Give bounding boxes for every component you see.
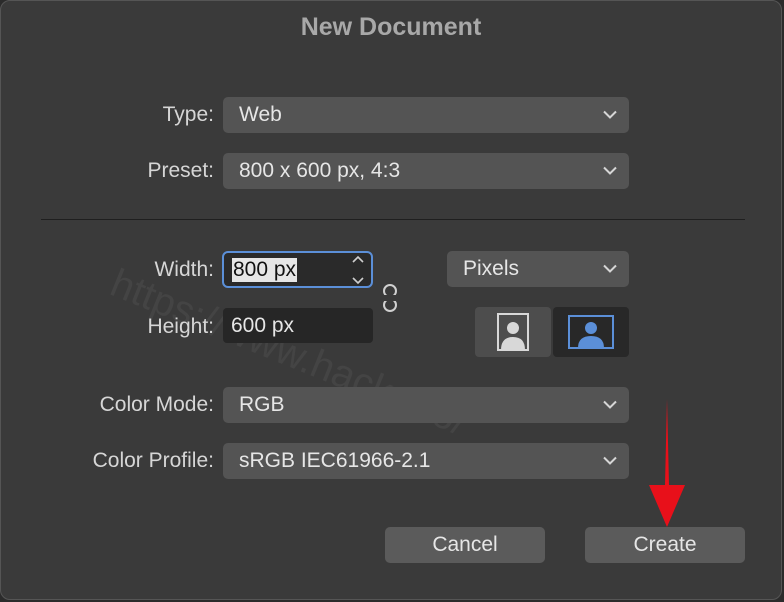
chevron-down-icon bbox=[603, 110, 617, 119]
preset-value: 800 x 600 px, 4:3 bbox=[239, 159, 401, 182]
units-dropdown[interactable]: Pixels bbox=[447, 251, 629, 287]
portrait-orientation-button[interactable] bbox=[475, 307, 551, 357]
create-button[interactable]: Create bbox=[585, 527, 745, 563]
dialog-title: New Document bbox=[300, 13, 482, 41]
chevron-down-icon bbox=[603, 166, 617, 175]
red-arrow-annotation bbox=[649, 399, 685, 527]
units-value: Pixels bbox=[463, 257, 520, 280]
height-label: Height: bbox=[147, 315, 214, 338]
color-mode-label: Color Mode: bbox=[99, 393, 214, 416]
landscape-orientation-button[interactable] bbox=[553, 307, 629, 357]
section-divider bbox=[41, 219, 745, 220]
chevron-down-icon bbox=[603, 400, 617, 409]
cancel-button[interactable]: Cancel bbox=[385, 527, 545, 563]
landscape-icon bbox=[568, 315, 614, 349]
new-document-dialog: New Document Type: Web Preset: 800 x 600… bbox=[0, 0, 782, 600]
type-value: Web bbox=[239, 103, 282, 126]
chevron-down-icon bbox=[603, 264, 617, 273]
color-mode-dropdown[interactable]: RGB bbox=[223, 387, 629, 423]
type-dropdown[interactable]: Web bbox=[223, 97, 629, 133]
chevron-down-icon[interactable] bbox=[352, 277, 364, 285]
chevron-up-icon[interactable] bbox=[352, 255, 364, 263]
color-profile-label: Color Profile: bbox=[92, 449, 214, 472]
preset-label: Preset: bbox=[147, 159, 214, 182]
width-field[interactable]: 800 px bbox=[222, 251, 373, 288]
preset-dropdown[interactable]: 800 x 600 px, 4:3 bbox=[223, 153, 629, 189]
color-profile-dropdown[interactable]: sRGB IEC61966-2.1 bbox=[223, 443, 629, 479]
width-stepper[interactable] bbox=[349, 255, 367, 285]
height-field[interactable]: 600 px bbox=[223, 308, 373, 343]
width-value: 800 px bbox=[232, 257, 298, 282]
portrait-icon bbox=[497, 313, 529, 351]
color-profile-value: sRGB IEC61966-2.1 bbox=[239, 449, 431, 472]
link-chain-icon[interactable] bbox=[382, 283, 398, 313]
width-label: Width: bbox=[154, 258, 214, 281]
type-label: Type: bbox=[162, 103, 214, 126]
color-mode-value: RGB bbox=[239, 393, 285, 416]
chevron-down-icon bbox=[603, 456, 617, 465]
height-value: 600 px bbox=[231, 313, 295, 337]
